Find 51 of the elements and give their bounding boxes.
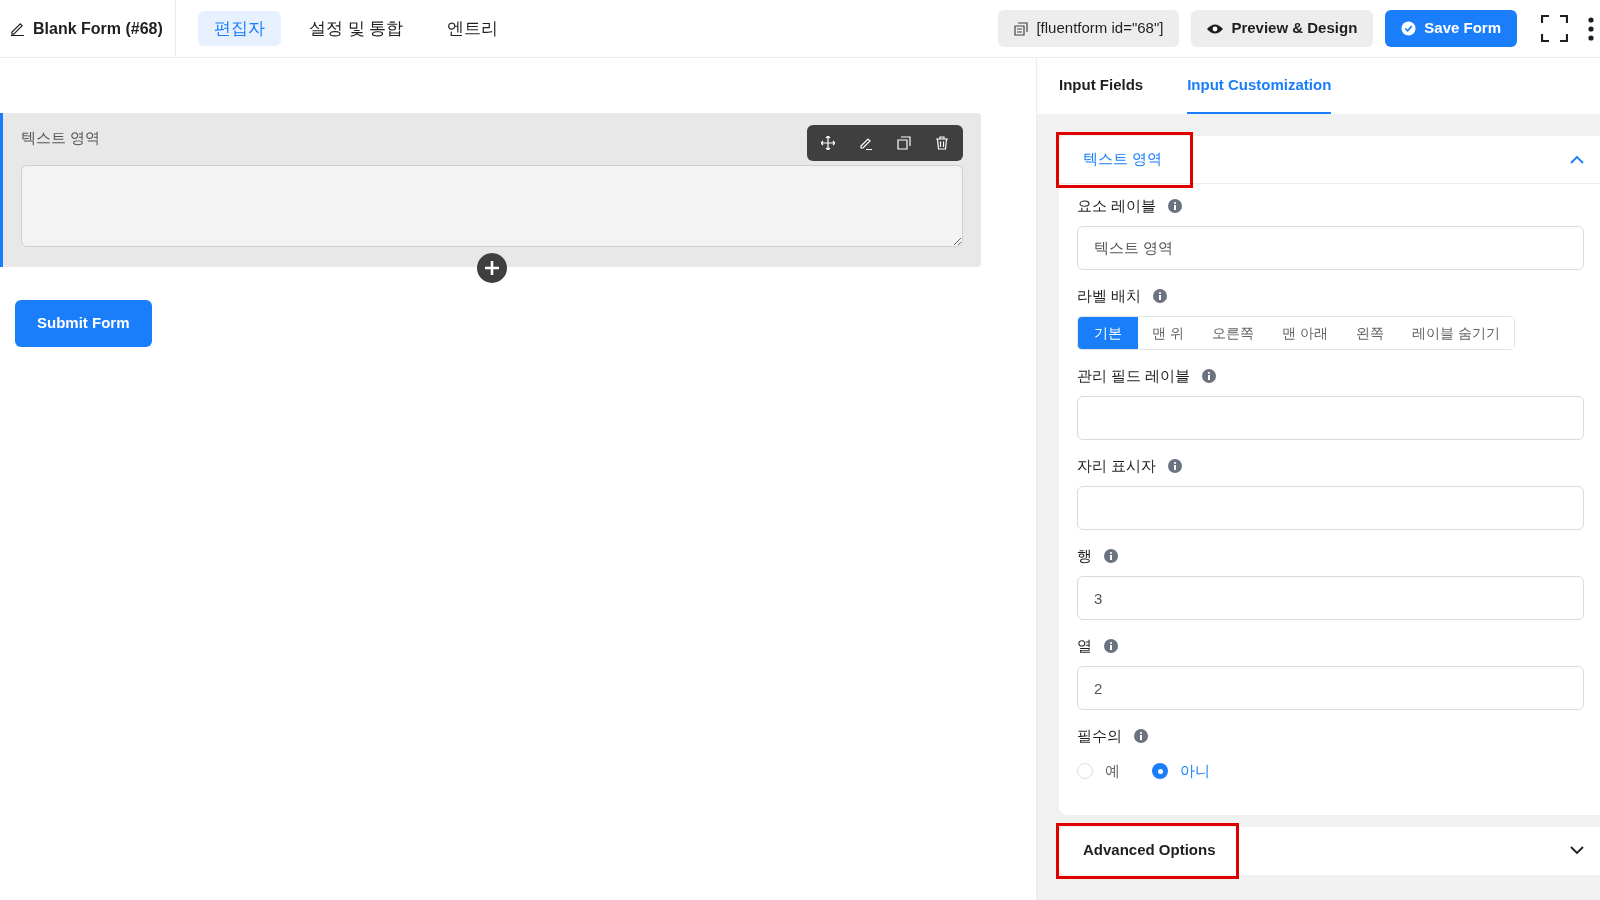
trash-icon[interactable] — [935, 136, 949, 150]
textarea-field[interactable] — [21, 165, 963, 247]
panel-tab[interactable]: Input Fields — [1059, 58, 1144, 114]
copy-icon — [1014, 21, 1029, 36]
shortcode-button[interactable]: [fluentform id="68"] — [998, 10, 1180, 47]
text-input-field[interactable]: 3 — [1077, 576, 1584, 620]
info-icon — [1153, 289, 1168, 303]
form-title: Blank Form (#68) — [33, 18, 163, 39]
info-icon — [1134, 729, 1148, 743]
setting-label: 관리 필드 레이블 — [1077, 366, 1191, 386]
info-icon — [1104, 639, 1118, 653]
eye-icon — [1207, 22, 1224, 35]
submit-button[interactable]: Submit Form — [15, 300, 152, 347]
info-icon — [1202, 369, 1217, 383]
setting-label: 필수의 — [1077, 726, 1122, 746]
nav-tab[interactable]: 편집자 — [197, 11, 281, 46]
text-input-field[interactable]: 텍스트 영역 — [1077, 226, 1584, 270]
section-title[interactable]: Advanced Options — [1083, 839, 1216, 862]
info-icon — [1168, 459, 1183, 473]
radio-label[interactable]: 예 — [1105, 760, 1120, 783]
fullscreen-icon[interactable] — [1541, 15, 1568, 42]
nav-tab[interactable]: 엔트리 — [431, 11, 515, 46]
pencil-icon[interactable] — [859, 136, 873, 150]
text-input-field[interactable] — [1077, 396, 1584, 440]
radio-button[interactable] — [1152, 763, 1168, 780]
setting-label: 행 — [1077, 546, 1092, 566]
more-options-icon[interactable] — [1588, 16, 1594, 41]
preview-button[interactable]: Preview & Design — [1191, 10, 1374, 47]
radio-button[interactable] — [1077, 763, 1093, 780]
move-icon[interactable] — [821, 136, 835, 150]
add-field-icon[interactable] — [477, 253, 507, 283]
setting-label: 라벨 배치 — [1077, 286, 1142, 306]
form-field-block[interactable]: 텍스트 영역 — [0, 113, 981, 267]
setting-label: 자리 표시자 — [1077, 456, 1157, 476]
setting-label: 요소 레이블 — [1077, 196, 1157, 216]
field-label: 텍스트 영역 — [21, 128, 101, 148]
chevron-down-icon[interactable] — [1570, 846, 1584, 855]
info-icon — [1168, 199, 1183, 213]
chevron-up-icon[interactable] — [1570, 155, 1584, 164]
save-button[interactable]: Save Form — [1385, 10, 1517, 47]
pencil-icon — [10, 21, 25, 36]
radio-label[interactable]: 아니 — [1180, 760, 1210, 783]
check-circle-icon — [1401, 21, 1417, 36]
section-title[interactable]: 텍스트 영역 — [1083, 148, 1163, 171]
nav-tab[interactable]: 설정 및 통합 — [292, 11, 420, 46]
setting-label: 열 — [1077, 636, 1092, 656]
info-icon — [1104, 549, 1118, 563]
text-input-field[interactable] — [1077, 486, 1584, 530]
copy-icon[interactable] — [897, 136, 911, 150]
text-input-field[interactable]: 2 — [1077, 666, 1584, 710]
segment-option[interactable]: 기본 — [1078, 317, 1138, 349]
